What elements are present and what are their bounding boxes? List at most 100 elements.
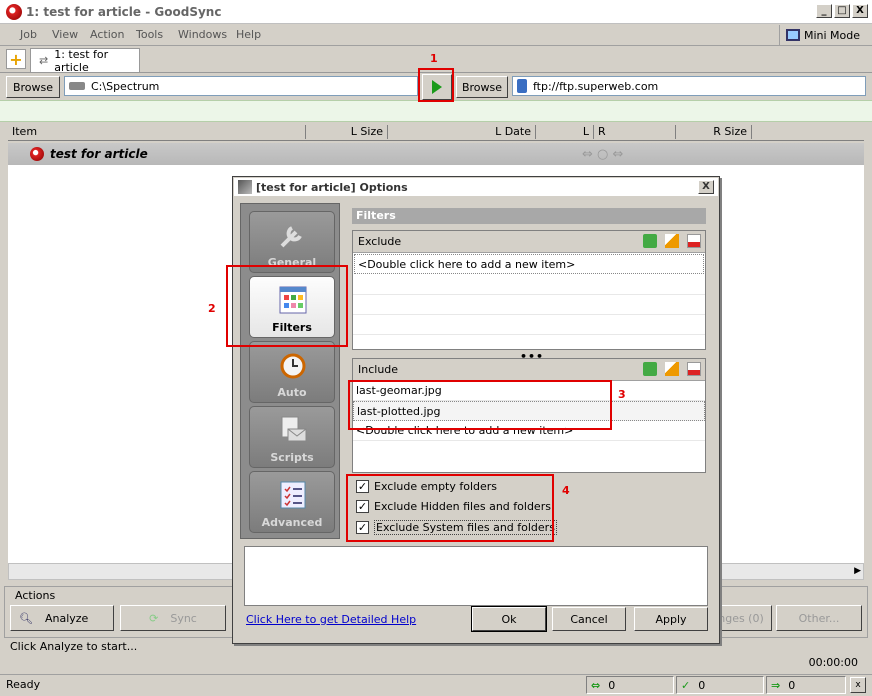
actions-label: Actions bbox=[15, 589, 56, 602]
nav-auto[interactable]: Auto bbox=[249, 341, 335, 403]
col-l-date[interactable]: L Date bbox=[388, 125, 536, 139]
checklist-icon bbox=[280, 481, 306, 509]
job-row[interactable]: test for article ⇔ ○ ⇔ bbox=[8, 143, 864, 165]
col-l-size[interactable]: L Size bbox=[306, 125, 388, 139]
edit-icon[interactable] bbox=[665, 234, 679, 248]
description-box bbox=[244, 546, 708, 606]
list-item bbox=[353, 295, 705, 315]
mini-mode-icon bbox=[785, 29, 800, 41]
apply-button[interactable]: Apply bbox=[634, 607, 708, 631]
sync-button[interactable]: ⟳ Sync bbox=[120, 605, 226, 631]
delete-icon[interactable] bbox=[687, 362, 701, 376]
exclude-label: Exclude bbox=[358, 235, 402, 248]
status-ready: Ready bbox=[6, 678, 41, 691]
exclude-add-item[interactable]: <Double click here to add a new item> bbox=[354, 254, 704, 274]
nav-scripts-label: Scripts bbox=[270, 451, 314, 464]
maximize-button[interactable]: □ bbox=[834, 4, 850, 18]
status-close-button[interactable]: x bbox=[850, 677, 866, 693]
menu-bar: Job View Action Tools Windows Help bbox=[0, 24, 872, 46]
minimize-button[interactable]: _ bbox=[816, 4, 832, 18]
annotation-box-4 bbox=[346, 474, 554, 542]
scroll-right-icon[interactable]: ▶ bbox=[854, 566, 861, 576]
menu-job[interactable]: Job bbox=[20, 28, 37, 41]
menu-view[interactable]: View bbox=[52, 28, 78, 41]
check-icon: ✓ bbox=[681, 678, 691, 692]
exclude-list[interactable]: Exclude <Double click here to add a new … bbox=[352, 230, 706, 350]
mini-mode-label: Mini Mode bbox=[803, 28, 860, 42]
mini-mode-button[interactable]: Mini Mode bbox=[778, 25, 866, 45]
timer: 00:00:00 bbox=[808, 656, 858, 669]
menu-action[interactable]: Action bbox=[90, 28, 124, 41]
right-path-field[interactable]: ftp://ftp.superweb.com bbox=[512, 76, 866, 96]
left-path-field[interactable]: C:\Spectrum bbox=[64, 76, 418, 96]
status-count-2: 0 bbox=[698, 678, 706, 692]
app-icon bbox=[6, 3, 22, 20]
script-envelope-icon bbox=[281, 416, 307, 442]
add-icon[interactable] bbox=[643, 234, 657, 248]
annotation-label-1: 1 bbox=[430, 52, 438, 65]
help-link[interactable]: Click Here to get Detailed Help bbox=[246, 613, 416, 626]
analyze-button[interactable]: 🔍︎ Analyze bbox=[10, 605, 114, 631]
annotation-box-2 bbox=[226, 265, 348, 347]
menu-tools[interactable]: Tools bbox=[136, 28, 163, 41]
dialog-app-icon bbox=[238, 180, 252, 194]
tab-job-label: 1: test for article bbox=[54, 47, 109, 74]
col-r[interactable]: R bbox=[594, 125, 676, 139]
col-l[interactable]: L bbox=[536, 125, 594, 139]
alarm-clock-icon bbox=[280, 353, 306, 379]
drive-icon bbox=[69, 82, 85, 90]
left-browse-button[interactable]: Browse bbox=[6, 76, 60, 98]
delete-icon[interactable] bbox=[687, 234, 701, 248]
analyze-label: Analyze bbox=[44, 611, 89, 625]
tab-job[interactable]: ⇄ 1: test for article bbox=[30, 47, 140, 74]
list-item bbox=[353, 275, 705, 295]
other-button[interactable]: Other... bbox=[776, 605, 862, 631]
sync-label: Sync bbox=[170, 611, 197, 625]
status-panel-1: ⇔ 0 bbox=[586, 676, 674, 694]
menu-help[interactable]: Help bbox=[236, 28, 261, 41]
progress-bar bbox=[0, 100, 872, 122]
forward-arrows-icon: ⇒ bbox=[771, 678, 781, 692]
dialog-title: [test for article] Options bbox=[256, 180, 408, 194]
annotation-label-4: 4 bbox=[562, 484, 570, 497]
ftp-icon bbox=[517, 79, 527, 93]
col-r-size[interactable]: R Size bbox=[676, 125, 752, 139]
cancel-button[interactable]: Cancel bbox=[552, 607, 626, 631]
dialog-close-button[interactable]: X bbox=[698, 180, 714, 194]
menu-windows[interactable]: Windows bbox=[178, 28, 227, 41]
annotation-box-1 bbox=[418, 68, 454, 102]
right-browse-button[interactable]: Browse bbox=[456, 76, 508, 98]
sync-icon: ⟳ bbox=[149, 611, 159, 625]
nav-advanced[interactable]: Advanced bbox=[249, 471, 335, 533]
job-icon bbox=[30, 147, 44, 161]
right-path-value: ftp://ftp.superweb.com bbox=[533, 79, 659, 93]
annotation-label-3: 3 bbox=[618, 388, 626, 401]
list-item bbox=[353, 315, 705, 335]
ok-button[interactable]: Ok bbox=[471, 606, 547, 632]
nav-scripts[interactable]: Scripts bbox=[249, 406, 335, 468]
status-count-1: 0 bbox=[608, 678, 616, 692]
bidir-arrows-icon: ⇔ bbox=[591, 678, 601, 692]
dialog-title-bar: [test for article] Options X bbox=[234, 178, 718, 196]
add-icon[interactable] bbox=[643, 362, 657, 376]
status-panel-3: ⇒ 0 bbox=[766, 676, 846, 694]
close-button[interactable]: X bbox=[852, 4, 868, 18]
include-label: Include bbox=[358, 363, 399, 376]
nav-advanced-label: Advanced bbox=[261, 516, 323, 529]
col-item[interactable]: Item bbox=[8, 125, 306, 139]
status-count-3: 0 bbox=[788, 678, 796, 692]
annotation-label-2: 2 bbox=[208, 302, 216, 315]
wrench-icon bbox=[280, 226, 302, 248]
nav-general[interactable]: General bbox=[249, 211, 335, 273]
job-row-arrows-icon: ⇔ ○ ⇔ bbox=[582, 146, 624, 162]
exclude-header: Exclude bbox=[353, 231, 705, 253]
title-bar: 1: test for article - GoodSync _ □ X bbox=[0, 0, 872, 24]
magnifier-icon: 🔍︎ bbox=[19, 611, 33, 625]
edit-icon[interactable] bbox=[665, 362, 679, 376]
include-header: Include bbox=[353, 359, 705, 381]
annotation-box-3 bbox=[348, 380, 612, 430]
status-message: Click Analyze to start... bbox=[10, 640, 138, 653]
column-header: Item L Size L Date L R R Size bbox=[8, 123, 864, 141]
add-job-button[interactable]: + bbox=[6, 49, 26, 69]
filters-section-header: Filters bbox=[352, 208, 706, 224]
